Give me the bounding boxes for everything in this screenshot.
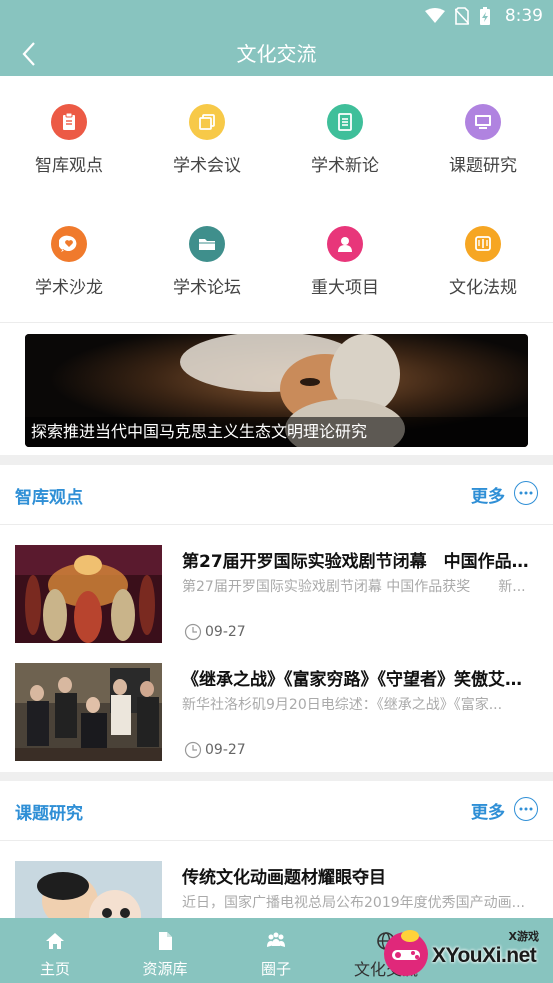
tab-label: 资源库 (142, 960, 188, 978)
book-icon (465, 226, 501, 262)
group-icon (267, 932, 285, 947)
category-label: 课题研究 (449, 156, 517, 176)
copy-icon (189, 104, 225, 140)
category-label: 文化法规 (449, 278, 517, 298)
article-summary: 新华社洛杉矶9月20日电综述：《继承之战》《富家... (182, 697, 503, 713)
banner-carousel[interactable]: 探索推进当代中国马克思主义生态文明理论研究 (25, 334, 528, 447)
no-sim-icon (454, 7, 469, 25)
article-summary: 第27届开罗国际实验戏剧节闭幕 中国作品获奖 新... (182, 579, 526, 595)
tab-home[interactable]: 主页 (0, 918, 110, 983)
category-forum[interactable]: 学术论坛 (138, 226, 276, 336)
article-title: 传统文化动画题材耀眼夺目 (182, 868, 386, 888)
category-grid: 智库观点 学术会议 学术新论 课题研究 学术沙龙 学术论坛 重大项目 文化法规 (0, 76, 553, 322)
tab-circle[interactable]: 圈子 (221, 918, 331, 983)
category-research[interactable]: 课题研究 (414, 104, 552, 214)
article-date-text: 09-27 (205, 742, 246, 758)
category-zhiku[interactable]: 智库观点 (0, 104, 138, 214)
category-regulation[interactable]: 文化法规 (414, 226, 552, 336)
section-research: 课题研究 更多 传统文化动画题材耀眼夺目 近日，国家广播电视总局公布2019年度… (0, 781, 553, 959)
file-icon (159, 932, 172, 950)
clock-icon (184, 741, 202, 759)
category-label: 重大项目 (311, 278, 379, 298)
status-icons: 8:39 (424, 4, 543, 28)
article-date-text: 09-27 (205, 624, 246, 640)
category-major-project[interactable]: 重大项目 (276, 226, 414, 336)
article-item[interactable]: 第27届开罗国际实验戏剧节闭幕 中国作品获奖 第27届开罗国际实验戏剧节闭幕 中… (0, 545, 553, 645)
title-bar: 文化交流 (0, 32, 553, 76)
clock-icon (184, 623, 202, 641)
document-icon (327, 104, 363, 140)
section-header: 课题研究 更多 (0, 781, 553, 841)
watermark-logo: X游戏 XYouXi.net (380, 924, 553, 983)
article-thumbnail (15, 545, 162, 643)
watermark-tag: X游戏 (508, 930, 539, 943)
banner-area: 探索推进当代中国马克思主义生态文明理论研究 (0, 322, 553, 455)
article-thumbnail (15, 663, 162, 761)
more-link[interactable]: 更多 (471, 482, 505, 507)
home-icon (46, 933, 64, 949)
wifi-icon (424, 8, 445, 23)
status-time: 8:39 (504, 6, 543, 26)
section-zhiku: 智库观点 更多 第27届开罗国际实验戏剧节闭幕 中国作品获奖 第27届开罗国际实… (0, 465, 553, 772)
more-dots-icon[interactable] (514, 481, 538, 505)
battery-charging-icon (479, 7, 490, 25)
section-title: 课题研究 (15, 804, 83, 824)
category-new-theory[interactable]: 学术新论 (276, 104, 414, 214)
category-salon[interactable]: 学术沙龙 (0, 226, 138, 336)
clipboard-icon (51, 104, 87, 140)
more-link[interactable]: 更多 (471, 798, 505, 823)
tab-label: 主页 (39, 960, 70, 978)
category-conference[interactable]: 学术会议 (138, 104, 276, 214)
more-dots-icon[interactable] (514, 797, 538, 821)
article-title: 第27届开罗国际实验戏剧节闭幕 中国作品获奖 (182, 552, 537, 572)
article-summary: 近日，国家广播电视总局公布2019年度优秀国产动画... (182, 895, 525, 911)
banner-caption: 探索推进当代中国马克思主义生态文明理论研究 (25, 417, 528, 447)
page-title: 文化交流 (236, 42, 317, 66)
monitor-icon (465, 104, 501, 140)
article-date: 09-27 (184, 741, 246, 759)
person-icon (327, 226, 363, 262)
category-label: 学术会议 (173, 156, 241, 176)
chat-heart-icon (51, 226, 87, 262)
tab-resources[interactable]: 资源库 (110, 918, 220, 983)
watermark-brand: XYouXi.net (432, 944, 537, 967)
article-title: 《继承之战》《富家穷路》《守望者》笑傲艾美奖 (182, 670, 537, 690)
section-title: 智库观点 (15, 488, 83, 508)
category-label: 学术沙龙 (35, 278, 103, 298)
category-label: 学术论坛 (173, 278, 241, 298)
article-item[interactable]: 《继承之战》《富家穷路》《守望者》笑傲艾美奖 新华社洛杉矶9月20日电综述：《继… (0, 663, 553, 763)
folder-icon (189, 226, 225, 262)
status-bar: 8:39 (0, 0, 553, 32)
section-header: 智库观点 更多 (0, 465, 553, 525)
tab-label: 圈子 (260, 960, 291, 978)
category-label: 学术新论 (311, 156, 379, 176)
article-date: 09-27 (184, 623, 246, 641)
category-label: 智库观点 (35, 156, 103, 176)
